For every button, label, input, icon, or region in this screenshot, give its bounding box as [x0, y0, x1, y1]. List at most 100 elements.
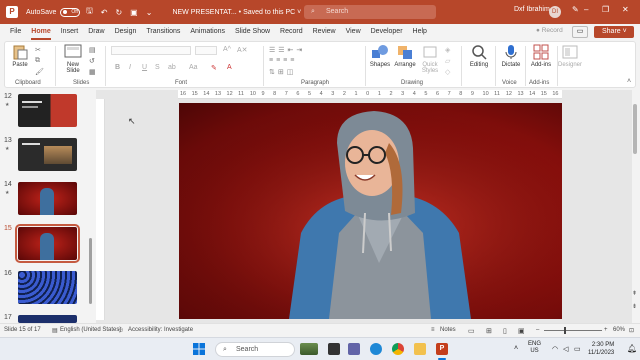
text-direction-icon[interactable]: ⇅⊞◫ — [269, 68, 296, 76]
thumbnail-scrollbar[interactable] — [89, 238, 92, 304]
reset-icon[interactable]: ↺ — [89, 57, 95, 65]
highlight-icon[interactable]: ✎ — [211, 64, 217, 72]
paste-button[interactable]: Paste — [11, 44, 29, 68]
tab-transitions[interactable]: Transitions — [146, 24, 180, 40]
designer-button[interactable]: Designer — [557, 44, 583, 68]
notification-bell-icon[interactable]: 🔔︎ — [627, 344, 637, 353]
zoom-slider[interactable] — [544, 330, 602, 331]
slideshow-icon[interactable]: ▣ — [130, 8, 138, 17]
tab-help[interactable]: Help — [413, 24, 427, 40]
comments-button[interactable]: ▭ — [572, 26, 588, 38]
collapse-ribbon-icon[interactable]: ˄ — [627, 78, 631, 85]
editor-scrollbar[interactable]: ⇞ ⇟ — [632, 100, 638, 315]
zoom-slider-thumb[interactable] — [564, 327, 566, 334]
save-icon[interactable]: 🖫 — [86, 5, 93, 19]
quick-styles-button[interactable]: Quick Styles — [419, 44, 441, 74]
slide-canvas[interactable] — [179, 103, 562, 319]
minimize-button[interactable]: – — [584, 5, 588, 14]
tab-slide-show[interactable]: Slide Show — [235, 24, 270, 40]
slide-thumbnail-12[interactable] — [18, 94, 77, 127]
strikethrough-button[interactable]: S — [155, 64, 160, 71]
shape-effects-icon[interactable]: ◇ — [445, 68, 450, 76]
addins-button[interactable]: Add-ins — [529, 44, 553, 68]
volume-icon[interactable]: ◁ — [563, 345, 568, 353]
notes-button[interactable]: Notes — [440, 327, 456, 333]
tab-review[interactable]: Review — [313, 24, 336, 40]
bullets-icon[interactable]: ☰☰⇤⇥ — [269, 46, 305, 54]
tab-design[interactable]: Design — [115, 24, 137, 40]
battery-icon[interactable]: ▭ — [574, 345, 581, 353]
tab-home[interactable]: Home — [31, 24, 52, 40]
clock[interactable]: 2:30 PM 11/1/2023 — [588, 341, 614, 357]
pen-icon[interactable]: ✎ — [572, 5, 579, 14]
align-icon[interactable]: ≡≡≡≡ — [269, 57, 297, 64]
teams-icon[interactable] — [348, 343, 360, 355]
cut-icon[interactable]: ✂ — [35, 46, 41, 54]
share-button[interactable]: Share ˅ — [594, 26, 634, 38]
italic-button[interactable]: I — [129, 64, 131, 71]
tab-developer[interactable]: Developer — [371, 24, 403, 40]
slideshow-view-icon[interactable]: ▣ — [518, 327, 525, 335]
restore-button[interactable]: ❐ — [602, 5, 609, 14]
slide-thumbnail-15[interactable] — [15, 224, 80, 263]
layout-icon[interactable]: ▤ — [89, 46, 96, 54]
wifi-icon[interactable]: ◠ — [552, 345, 558, 353]
accessibility-status[interactable]: Accessibility: Investigate — [128, 327, 193, 333]
close-button[interactable]: ✕ — [622, 5, 629, 14]
font-name-select[interactable] — [111, 46, 191, 55]
shapes-button[interactable]: Shapes — [369, 44, 391, 68]
language-status[interactable]: English (United States) — [60, 327, 121, 333]
clear-format-icon[interactable]: A✕ — [237, 46, 248, 54]
char-spacing-icon[interactable]: ab — [168, 64, 176, 71]
section-icon[interactable]: ▦ — [89, 68, 96, 76]
dictate-button[interactable]: Dictate — [499, 44, 523, 68]
new-slide-button[interactable]: New Slide — [61, 44, 85, 74]
format-painter-icon[interactable]: 🖌 — [35, 68, 44, 76]
tab-view[interactable]: View — [346, 24, 361, 40]
redo-icon[interactable]: ↻ — [115, 8, 122, 17]
tab-draw[interactable]: Draw — [88, 24, 104, 40]
slide-sorter-icon[interactable]: ⊞ — [486, 327, 492, 335]
spellcheck-icon[interactable]: ▤ — [52, 327, 58, 334]
font-size-select[interactable] — [195, 46, 217, 55]
undo-icon[interactable]: ↶ — [101, 8, 108, 17]
grow-font-icon[interactable]: A^ — [223, 46, 231, 53]
document-title[interactable]: NEW PRESENTAT... • Saved to this PC ˅ — [172, 9, 301, 16]
fit-slide-icon[interactable]: ⊡ — [629, 327, 634, 334]
bold-button[interactable]: B — [115, 64, 120, 71]
zoom-out-icon[interactable]: – — [536, 327, 539, 333]
customize-qat-icon[interactable]: ⌄ — [146, 8, 153, 17]
file-explorer-icon[interactable] — [414, 343, 426, 355]
arrange-button[interactable]: Arrange — [393, 44, 417, 68]
windows-start-icon[interactable] — [193, 343, 205, 355]
language-indicator[interactable]: ENG US — [528, 341, 541, 355]
tab-insert[interactable]: Insert — [61, 24, 79, 40]
taskbar-search[interactable]: ⌕ Search — [215, 342, 295, 357]
powerpoint-taskbar-icon[interactable]: P — [436, 343, 448, 355]
zoom-level[interactable]: 60% — [613, 327, 625, 333]
tab-record[interactable]: Record — [280, 24, 303, 40]
search-input[interactable]: ⌕ Search — [304, 5, 436, 19]
slide-thumbnail-14[interactable] — [18, 182, 77, 215]
change-case-icon[interactable]: Aa — [189, 64, 198, 71]
shape-fill-icon[interactable]: ◈ — [445, 46, 450, 54]
avatar[interactable]: DI — [549, 6, 561, 18]
copy-icon[interactable]: ⧉ — [35, 57, 40, 65]
reading-view-icon[interactable]: ▯ — [503, 327, 507, 335]
slide-thumbnail-13[interactable] — [18, 138, 77, 171]
font-color-icon[interactable]: A — [227, 64, 232, 71]
widgets-icon[interactable] — [300, 343, 318, 355]
task-view-icon[interactable] — [328, 343, 340, 355]
slide-thumbnail-16[interactable] — [18, 271, 77, 304]
tab-animations[interactable]: Animations — [190, 24, 225, 40]
slide-thumbnail-17[interactable] — [18, 315, 77, 323]
edge-icon[interactable] — [370, 343, 382, 355]
autosave-toggle[interactable] — [60, 7, 81, 17]
normal-view-icon[interactable]: ▭ — [468, 327, 475, 335]
prev-slide-icon[interactable]: ⇞ — [632, 290, 637, 297]
tray-chevron-icon[interactable]: ˄ — [514, 345, 518, 352]
next-slide-icon[interactable]: ⇟ — [632, 303, 637, 310]
chrome-icon[interactable] — [392, 343, 404, 355]
underline-button[interactable]: U — [142, 64, 147, 71]
user-name[interactable]: Dxf Ibrahim — [514, 6, 550, 13]
